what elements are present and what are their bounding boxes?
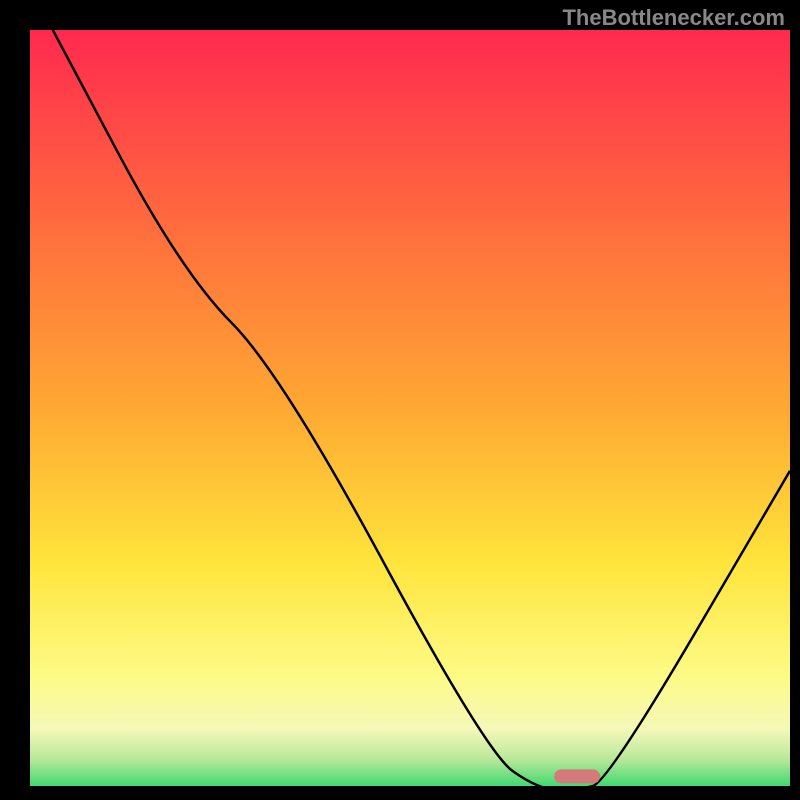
baseline	[30, 786, 790, 790]
chart-container: TheBottlenecker.com	[0, 0, 800, 800]
optimal-marker	[554, 769, 600, 783]
bottleneck-chart	[0, 0, 800, 800]
plot-background	[30, 30, 790, 790]
watermark-text: TheBottlenecker.com	[562, 5, 785, 31]
